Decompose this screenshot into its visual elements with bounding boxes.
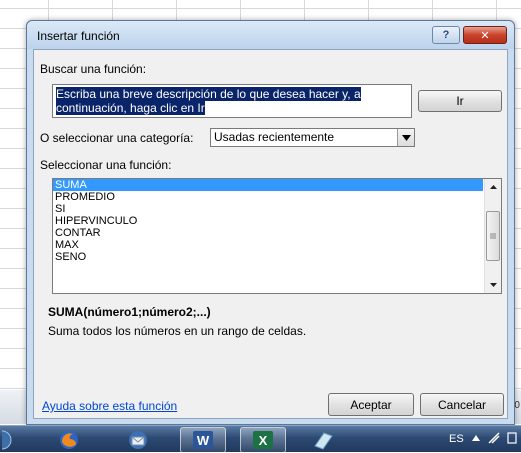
accept-button[interactable]: Aceptar: [328, 393, 414, 416]
question-icon: ?: [442, 29, 450, 41]
cancel-button[interactable]: Cancelar: [420, 393, 504, 416]
scrollbar-thumb[interactable]: [486, 211, 500, 261]
function-description: Suma todos los números en un rango de ce…: [48, 324, 307, 338]
taskbar-thunderbird-icon[interactable]: [115, 427, 161, 453]
svg-text:W: W: [197, 433, 210, 448]
function-list-scrollbar[interactable]: [484, 179, 501, 293]
insert-function-dialog: Insertar función ? ✕ Buscar una función:…: [26, 20, 515, 425]
go-button[interactable]: Ir: [418, 90, 502, 112]
search-label: Buscar una función:: [40, 62, 147, 76]
dialog-title: Insertar función: [37, 29, 120, 43]
dialog-titlebar[interactable]: Insertar función ? ✕: [27, 21, 514, 49]
taskbar: W X ES: [0, 425, 521, 453]
search-input-text: Escriba una breve descripción de lo que …: [56, 87, 361, 115]
list-item-contar[interactable]: CONTAR: [53, 227, 483, 239]
category-select[interactable]: Usadas recientemente: [210, 128, 415, 147]
close-button[interactable]: ✕: [463, 26, 507, 44]
list-item-si[interactable]: SI: [53, 203, 483, 215]
taskbar-notes-icon[interactable]: [300, 427, 346, 453]
function-syntax: SUMA(número1;número2;...): [48, 305, 211, 319]
close-icon: ✕: [480, 29, 490, 42]
scroll-down-icon[interactable]: [485, 277, 501, 293]
search-input[interactable]: Escriba una breve descripción de lo que …: [52, 84, 412, 118]
list-item-max[interactable]: MAX: [53, 239, 483, 251]
start-button-partial[interactable]: [0, 427, 14, 453]
taskbar-firefox-icon[interactable]: [46, 427, 92, 453]
help-button[interactable]: ?: [432, 26, 460, 44]
function-help-link[interactable]: Ayuda sobre esta función: [42, 399, 177, 413]
list-item-suma[interactable]: SUMA: [53, 179, 483, 191]
list-item-promedio[interactable]: PROMEDIO: [53, 191, 483, 203]
dialog-body: Buscar una función: Escriba una breve de…: [33, 49, 508, 419]
svg-text:X: X: [259, 433, 268, 448]
taskbar-word-icon[interactable]: W: [180, 427, 226, 453]
function-list-label: Seleccionar una función:: [40, 158, 172, 172]
tray-expand-icon[interactable]: [472, 432, 480, 444]
chevron-down-icon[interactable]: [397, 129, 414, 146]
list-item-hipervinculo[interactable]: HIPERVINCULO: [53, 215, 483, 227]
cancel-button-label: Cancelar: [437, 397, 487, 412]
list-item-seno[interactable]: SENO: [53, 251, 483, 263]
go-button-label: Ir: [456, 94, 464, 108]
category-label: O seleccionar una categoría:: [40, 131, 194, 145]
function-list[interactable]: SUMA PROMEDIO SI HIPERVINCULO CONTAR MAX…: [52, 178, 502, 294]
scroll-up-icon[interactable]: [485, 179, 501, 195]
taskbar-excel-icon[interactable]: X: [240, 427, 286, 453]
tray-flag-icon[interactable]: [507, 432, 517, 447]
accept-button-label: Aceptar: [350, 397, 392, 412]
language-indicator[interactable]: ES: [449, 433, 464, 445]
category-select-value: Usadas recientemente: [214, 130, 335, 144]
tray-network-icon[interactable]: [488, 432, 500, 447]
